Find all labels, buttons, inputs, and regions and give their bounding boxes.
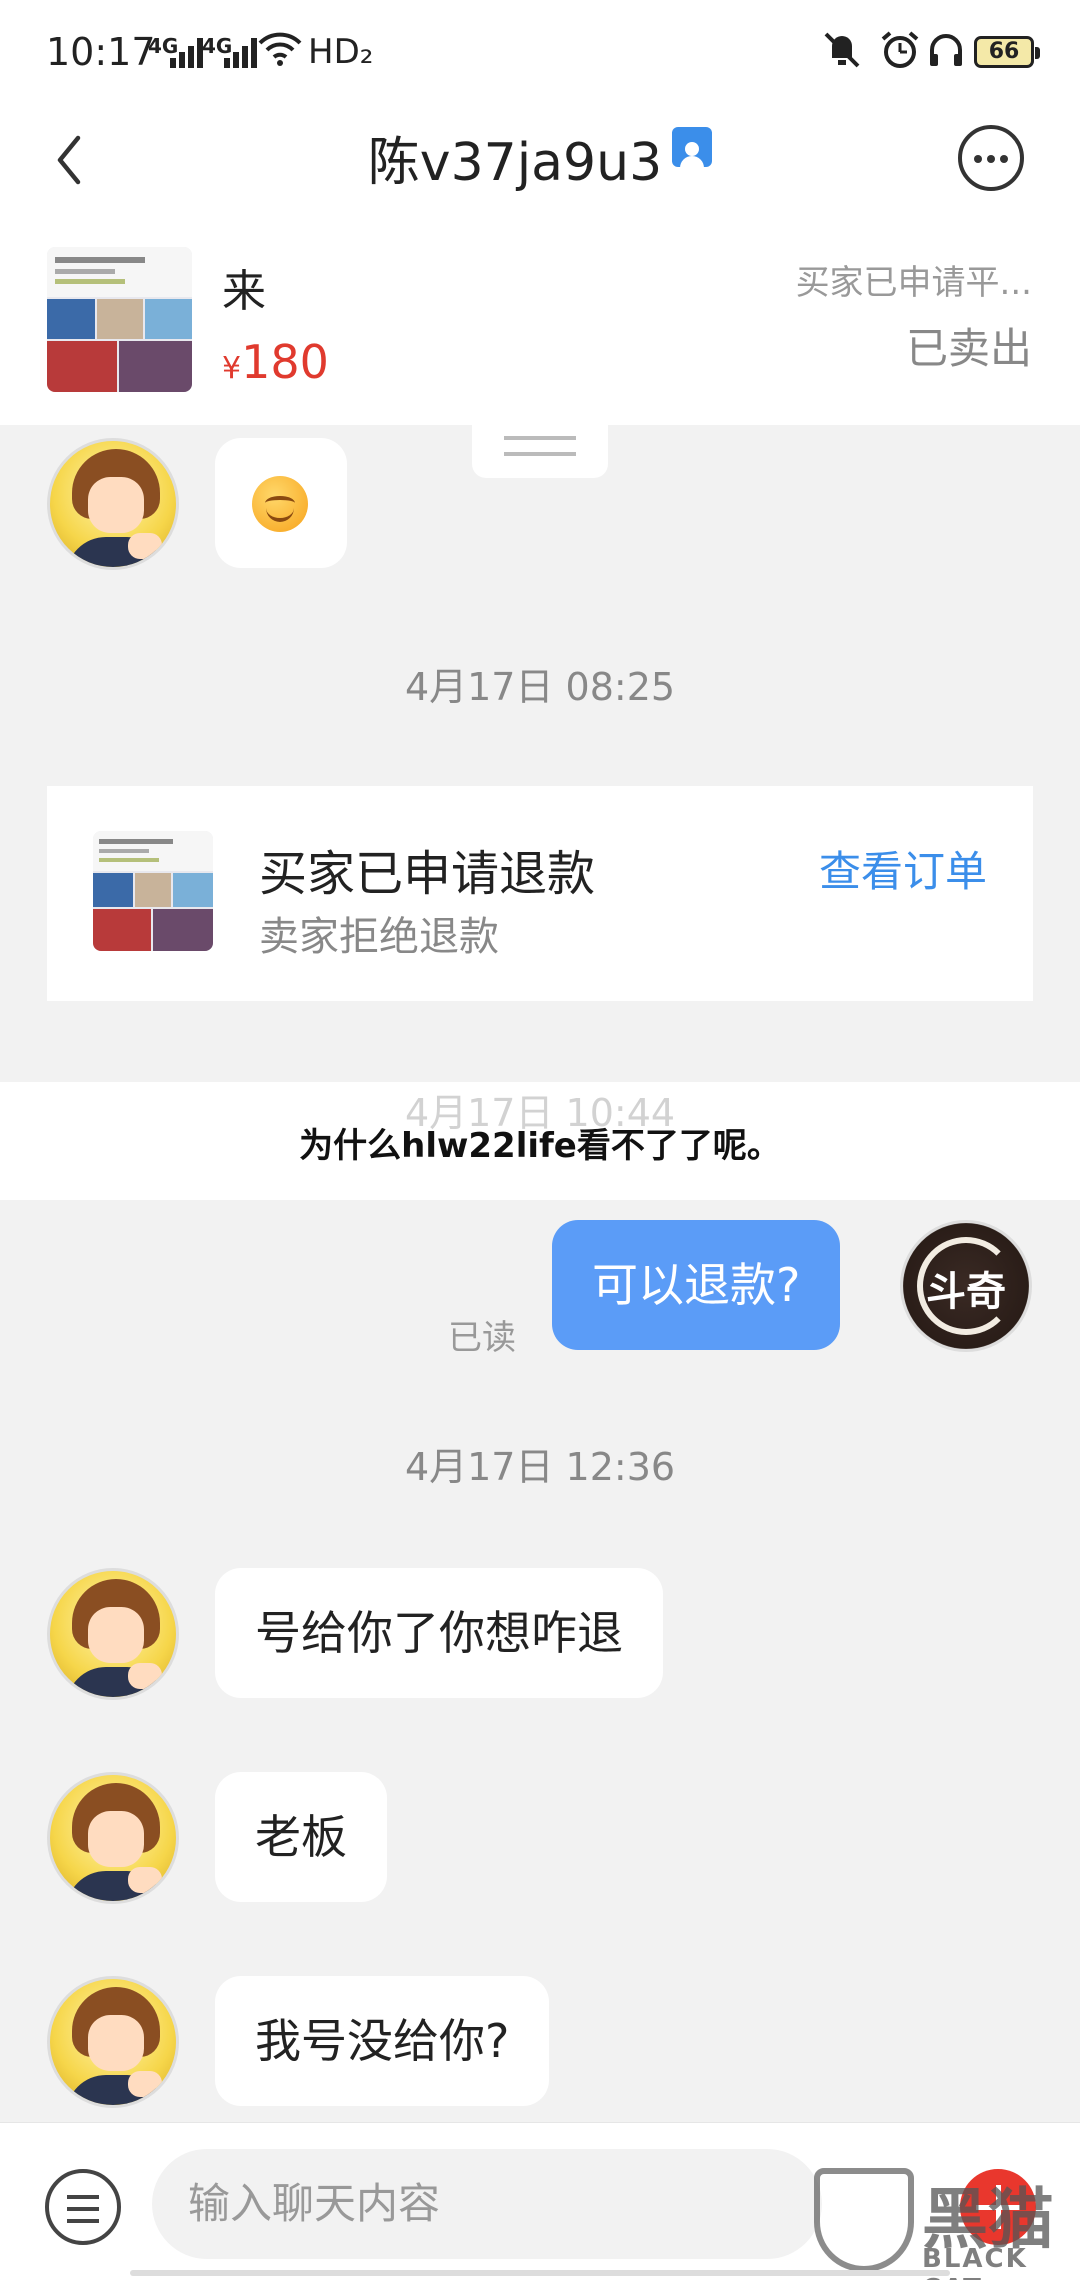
product-summary[interactable]: 来 ¥180 买家已申请平... 已卖出 <box>0 235 1080 425</box>
refund-order-card[interactable]: 买家已申请退款 卖家拒绝退款 查看订单 <box>47 786 1033 1001</box>
more-options-button[interactable] <box>958 125 1024 191</box>
read-receipt: 已读 <box>448 1318 516 1358</box>
contact-avatar[interactable] <box>47 1772 179 1904</box>
contact-avatar[interactable] <box>47 438 179 570</box>
chat-header: 陈v37ja9u3 <box>0 110 1080 235</box>
my-avatar[interactable]: 斗奇 <box>900 1220 1032 1352</box>
message-input[interactable]: 输入聊天内容 <box>152 2149 822 2259</box>
signal-icon <box>170 38 203 68</box>
timestamp: 4月17日 08:25 <box>404 665 676 709</box>
product-price: ¥180 <box>222 335 329 389</box>
contact-avatar[interactable] <box>47 1976 179 2108</box>
alarm-icon <box>881 31 919 68</box>
view-order-link[interactable]: 查看订单 <box>819 838 987 899</box>
order-thumbnail <box>93 831 213 951</box>
product-thumbnail[interactable] <box>47 247 192 392</box>
mute-vibrate-icon <box>824 32 860 68</box>
avatar-text: 斗奇 <box>926 1269 1006 1315</box>
timestamp: 4月17日 12:36 <box>404 1445 676 1489</box>
menu-icon[interactable] <box>45 2169 121 2245</box>
black-cat-watermark: 黑猫 BLACK CAT <box>810 2158 1080 2280</box>
message-bubble[interactable]: 号给你了你想咋退 <box>215 1568 663 1698</box>
contact-name: 陈v37ja9u3 <box>367 133 663 193</box>
order-card-title: 买家已申请退款 <box>259 846 596 902</box>
banner-text: 为什么hlw22life看不了了呢。 <box>299 1126 781 1166</box>
order-status-text: 买家已申请平... <box>795 263 1032 303</box>
product-name: 来 <box>222 266 266 317</box>
order-card-subtitle: 卖家拒绝退款 <box>259 914 499 960</box>
wifi-icon <box>258 32 302 66</box>
signal-icon <box>224 38 257 68</box>
smile-emoji-icon <box>252 476 308 532</box>
collapse-handle[interactable] <box>472 420 608 478</box>
battery-indicator: 66 <box>974 36 1040 68</box>
message-bubble[interactable]: 老板 <box>215 1772 387 1902</box>
status-bar: 10:17 4G 4G HD₂ 66 <box>0 0 1080 110</box>
hd-label: HD₂ <box>308 32 374 72</box>
cat-shield-icon <box>814 2168 914 2272</box>
contact-card-icon[interactable] <box>672 127 713 168</box>
contact-avatar[interactable] <box>47 1568 179 1700</box>
message-bubble[interactable]: 我号没给你? <box>215 1976 550 2106</box>
headphones-icon <box>930 34 962 66</box>
sold-label: 已卖出 <box>905 324 1032 373</box>
chat-title: 陈v37ja9u3 <box>0 120 1080 195</box>
home-indicator <box>130 2270 950 2276</box>
status-time: 10:17 <box>46 30 156 74</box>
price-value: 180 <box>241 335 329 389</box>
outgoing-message[interactable]: 可以退款? <box>552 1220 841 1350</box>
currency-symbol: ¥ <box>222 351 242 386</box>
